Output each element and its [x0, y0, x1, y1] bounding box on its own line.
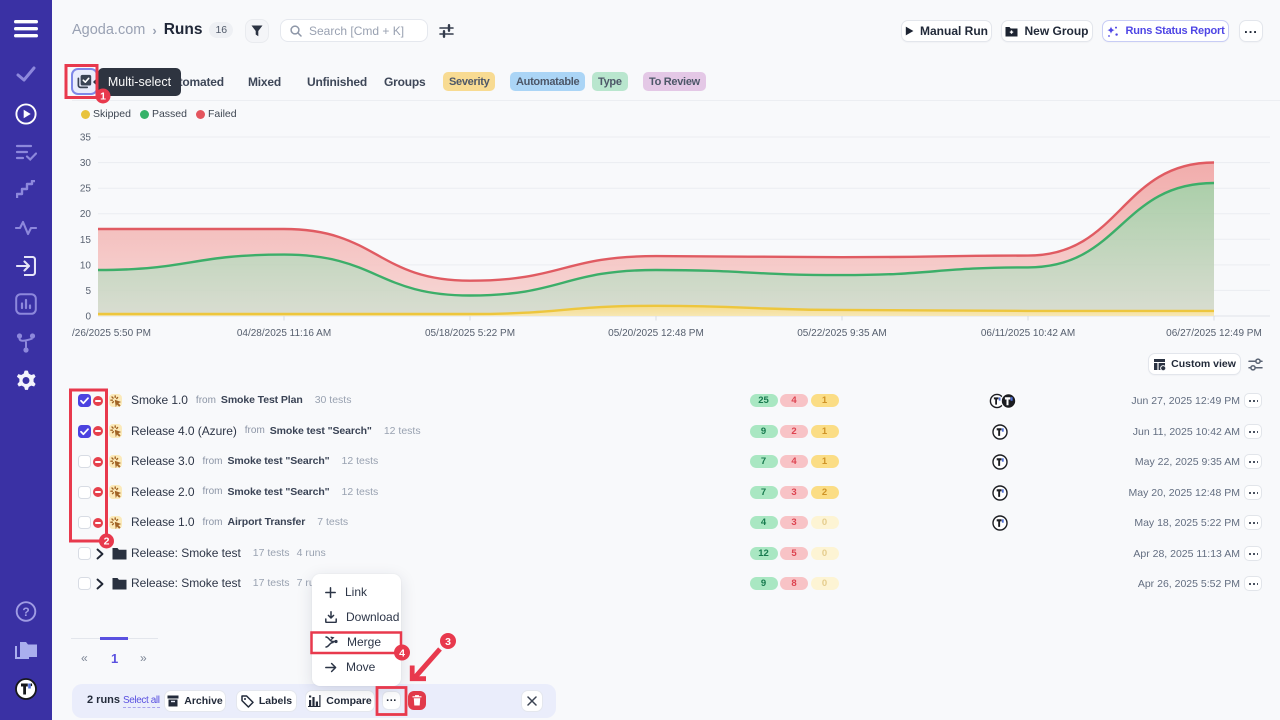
- svg-text:3: 3: [445, 636, 451, 648]
- svg-text:1: 1: [100, 91, 106, 103]
- svg-text:2: 2: [104, 536, 110, 548]
- svg-text:4: 4: [399, 647, 405, 659]
